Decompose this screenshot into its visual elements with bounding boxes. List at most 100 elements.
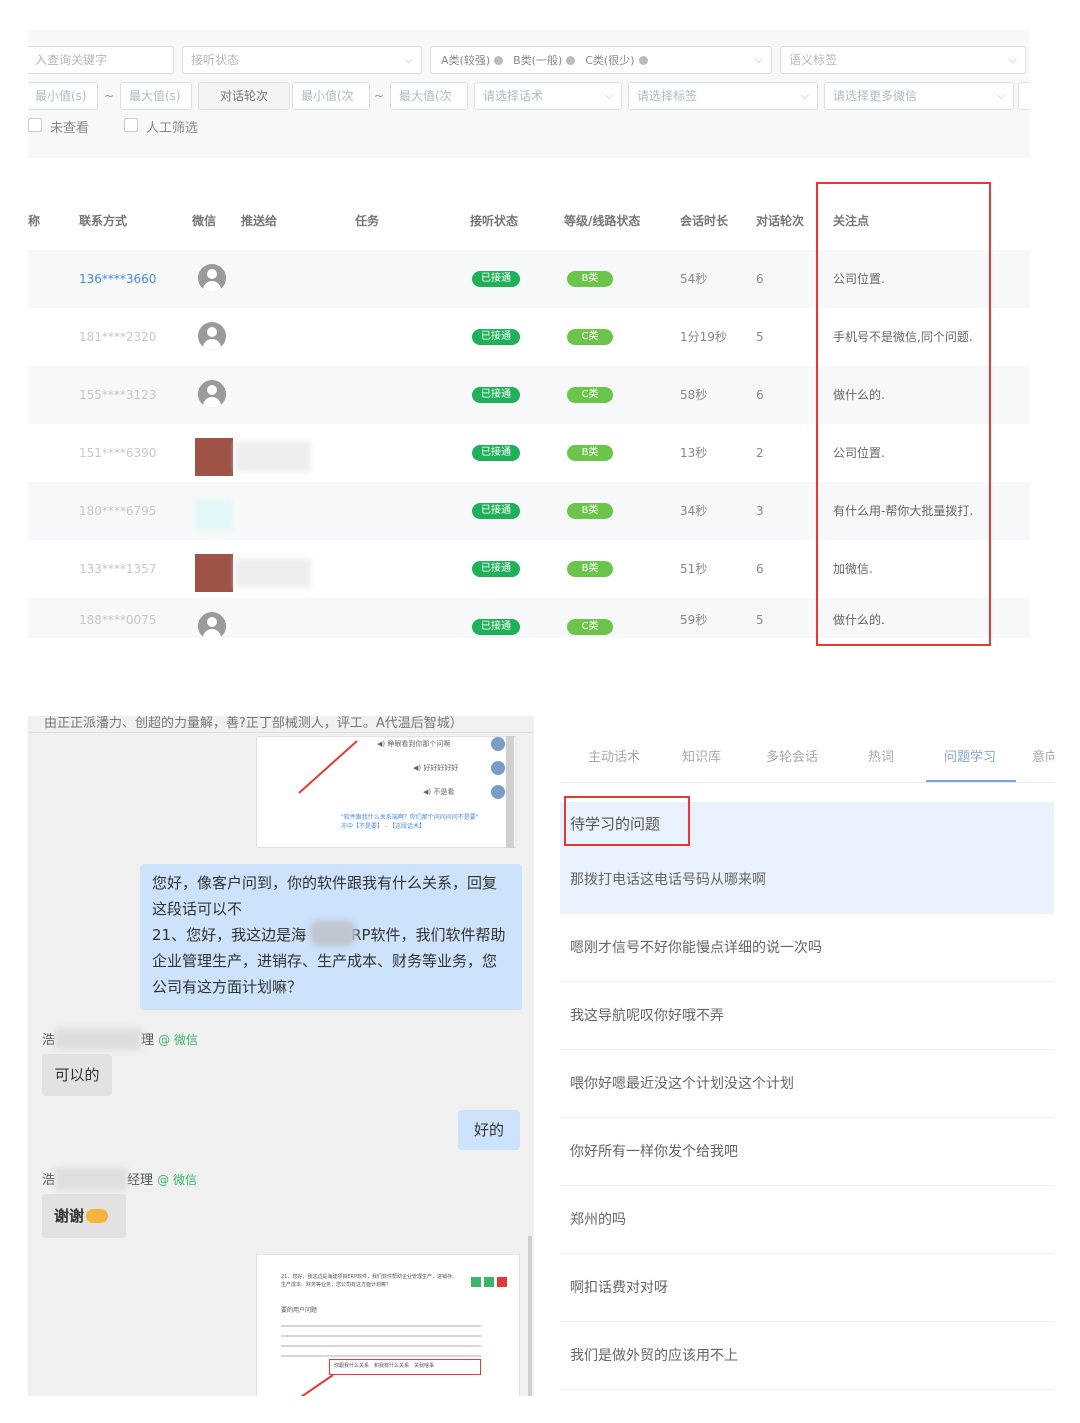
chevron-down-icon: ⌵ xyxy=(404,53,413,66)
grade-chip-a[interactable]: A类(较强) xyxy=(441,48,504,73)
max-rounds-input[interactable]: 最大值(次 xyxy=(390,82,468,110)
phone-link[interactable]: 155****3123 xyxy=(79,366,156,424)
grade-chip-c[interactable]: C类(很少) xyxy=(585,48,648,73)
question-item[interactable]: 嗯刚才信号不好你能慢点详细的说一次吗 xyxy=(560,914,1054,982)
grade-chip-b[interactable]: B类(一般) xyxy=(513,48,576,73)
keyword-placeholder: 入查询关键字 xyxy=(35,53,108,67)
grade-badge: B类 xyxy=(567,445,613,461)
phone-link[interactable]: 151****6390 xyxy=(79,424,156,482)
green-icon xyxy=(484,1277,494,1287)
keyword-search-input[interactable]: 入查询关键字 xyxy=(28,46,174,74)
phone-link[interactable]: 136****3660 xyxy=(79,250,156,308)
shot-item: ◀) 不是看 xyxy=(423,788,455,796)
blur-mask xyxy=(310,920,356,946)
header-wechat[interactable]: 微信 xyxy=(192,212,216,229)
user-icon xyxy=(491,785,505,799)
sender-name: 浩 理 @ 微信 xyxy=(42,1028,198,1050)
question-item[interactable]: 你好所有一样你发个给我吧 xyxy=(560,1118,1054,1186)
status-badge: 已接通 xyxy=(472,561,520,577)
wechat-tag: @ 微信 xyxy=(157,1173,197,1187)
chip-close-icon[interactable] xyxy=(494,56,504,65)
duration: 58秒 xyxy=(680,388,708,402)
tab-question-learning[interactable]: 问题学习 xyxy=(944,746,996,765)
min-duration-placeholder: 最小值(s) xyxy=(35,89,87,103)
wechat-select[interactable]: 请选择更多微信 ⌵ xyxy=(824,82,1014,110)
handshake-emoji-icon xyxy=(86,1209,109,1223)
wechat-avatar-photo xyxy=(195,438,233,476)
chip-label: A类(较强) xyxy=(441,54,491,67)
shot2-list-lines xyxy=(281,1321,481,1361)
cut-off-text: 由正正派潘力、创超的力量解，善?正丁部械测人，评工。A代温后智城） xyxy=(44,716,463,731)
grade-select[interactable]: A类(较强) B类(一般) C类(很少) ⌵ xyxy=(430,46,772,74)
phone-link[interactable]: 181****2320 xyxy=(79,308,156,366)
min-rounds-input[interactable]: 最小值(次 xyxy=(292,82,370,110)
status-badge: 已接通 xyxy=(472,387,520,403)
question-item[interactable]: 啊扣话费对对呀 xyxy=(560,1254,1054,1322)
tab-active-script[interactable]: 主动话术 xyxy=(588,746,640,765)
chip-close-icon[interactable] xyxy=(638,56,648,65)
header-contact[interactable]: 联系方式 xyxy=(79,212,127,229)
user-icon xyxy=(491,761,505,775)
rounds: 5 xyxy=(756,330,764,344)
bubble-line: 公司有这方面计划嘛？ xyxy=(152,978,303,996)
tab-intent[interactable]: 意向 xyxy=(1032,746,1054,765)
unviewed-checkbox[interactable] xyxy=(28,118,42,132)
question-item[interactable]: 那拨打电话这电话号码从哪来啊 xyxy=(560,846,1054,914)
status-badge: 已接通 xyxy=(472,329,520,345)
grade-badge: C类 xyxy=(567,329,613,345)
red-arrow xyxy=(300,1374,334,1396)
header-grade[interactable]: 等级/线路状态 xyxy=(564,212,640,229)
chevron-down-icon: ⌵ xyxy=(604,89,613,102)
divider xyxy=(28,732,534,733)
status-select[interactable]: 接听状态 ⌵ xyxy=(182,46,422,74)
scrollbar[interactable] xyxy=(506,736,514,848)
rounds: 6 xyxy=(756,562,764,576)
min-duration-input[interactable]: 最小值(s) xyxy=(28,82,98,110)
header-duration[interactable]: 会话时长 xyxy=(680,212,728,229)
reply-text: 谢谢 xyxy=(54,1207,85,1225)
chip-close-icon[interactable] xyxy=(566,56,576,65)
section-highlight-box xyxy=(564,796,690,846)
question-item[interactable]: 我们是做外贸的应该用不上 xyxy=(560,1322,1054,1390)
duration: 34秒 xyxy=(680,504,708,518)
extra-select[interactable] xyxy=(1018,82,1030,110)
grade-badge: C类 xyxy=(567,619,613,635)
header-status[interactable]: 接听状态 xyxy=(470,212,518,229)
max-duration-input[interactable]: 最大值(s) xyxy=(120,82,192,110)
sender-prefix: 浩 xyxy=(42,1173,56,1188)
max-rounds-placeholder: 最大值(次 xyxy=(399,89,452,103)
phone-link[interactable]: 133****1357 xyxy=(79,540,156,598)
phone-link[interactable]: 188****0075 xyxy=(79,598,156,638)
header-rounds[interactable]: 对话轮次 xyxy=(756,212,804,229)
status-badge: 已接通 xyxy=(472,445,520,461)
max-duration-placeholder: 最大值(s) xyxy=(129,89,181,103)
scrollbar[interactable] xyxy=(528,1236,532,1396)
self-reply-bubble: 好的 xyxy=(458,1110,520,1150)
header-pusher[interactable]: 推送给 xyxy=(241,212,277,229)
phone-link[interactable]: 180****6795 xyxy=(79,482,156,540)
tab-multi-round[interactable]: 多轮会话 xyxy=(766,746,818,765)
script-placeholder: 请选择话术 xyxy=(483,89,544,103)
wechat-avatar-photo xyxy=(195,554,233,592)
semantic-tag-select[interactable]: 语义标签 ⌵ xyxy=(780,46,1026,74)
rounds-label: 对话轮次 xyxy=(198,82,290,110)
grade-badge: C类 xyxy=(567,387,613,403)
focus-highlight-box xyxy=(816,182,991,646)
avatar-icon xyxy=(198,322,226,350)
tab-hot-words[interactable]: 热词 xyxy=(868,746,894,765)
status-badge: 已接通 xyxy=(472,503,520,519)
script-select[interactable]: 请选择话术 ⌵ xyxy=(474,82,622,110)
tag-select[interactable]: 请选择标签 ⌵ xyxy=(628,82,818,110)
tab-knowledge-base[interactable]: 知识库 xyxy=(682,746,721,765)
sender-suffix: 理 xyxy=(141,1033,155,1048)
question-item[interactable]: 郑州的吗 xyxy=(560,1186,1054,1254)
shot-item: ◀) 好好好好好 xyxy=(413,764,459,772)
question-item[interactable]: 我这导航呢叹你好哦不弄 xyxy=(560,982,1054,1050)
min-rounds-placeholder: 最小值(次 xyxy=(301,89,354,103)
embedded-screenshot[interactable]: ◀) 睁眼看到你那个问啊 ◀) 好好好好好 ◀) 不是看 "软件跟我什么关系端啊… xyxy=(256,736,516,848)
question-item[interactable]: 喂你好嗯最近没这个计划没这个计划 xyxy=(560,1050,1054,1118)
embedded-screenshot[interactable]: 21、您好，我这边是海建项目ERP软件，我们软件帮助企业管理生产，进销存、生产成… xyxy=(256,1254,520,1396)
shot-item-text: 好好好好好 xyxy=(423,764,459,772)
header-task[interactable]: 任务 xyxy=(355,212,379,229)
manual-checkbox[interactable] xyxy=(124,118,138,132)
